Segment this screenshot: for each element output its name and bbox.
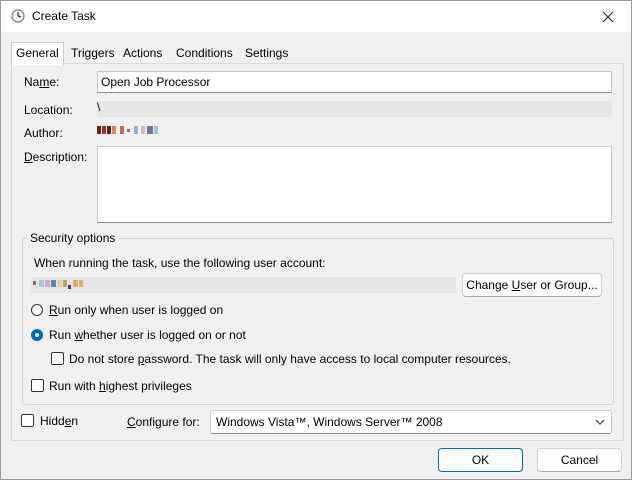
chevron-down-icon [595, 419, 605, 425]
window-title: Create Task [32, 9, 96, 23]
description-input[interactable] [97, 146, 612, 223]
run-with-highest-privileges-label[interactable]: Run with highest privileges [49, 379, 192, 393]
radio-run-whether-logged-on-label[interactable]: Run whether user is logged on or not [49, 328, 246, 342]
location-value: \ [97, 100, 101, 114]
configure-for-value: Windows Vista™, Windows Server™ 2008 [216, 415, 443, 429]
do-not-store-password-label[interactable]: Do not store password. The task will onl… [69, 352, 511, 366]
tab-settings[interactable]: Settings [241, 44, 292, 63]
radio-run-only-when-logged-on[interactable] [31, 304, 43, 316]
security-options-title: Security options [27, 231, 119, 245]
author-value-redacted [97, 126, 167, 136]
ok-button[interactable]: OK [438, 448, 523, 472]
author-label: Author: [24, 126, 63, 140]
checkbox-do-not-store-password[interactable] [51, 352, 64, 365]
change-user-or-group-button[interactable]: Change User or Group... [462, 273, 602, 297]
tab-conditions[interactable]: Conditions [172, 44, 237, 63]
tab-actions[interactable]: Actions [119, 44, 166, 63]
tab-general[interactable]: General [11, 42, 64, 65]
tab-triggers[interactable]: Triggers [67, 44, 119, 63]
close-icon [602, 11, 614, 22]
close-button[interactable] [585, 1, 631, 32]
checkbox-hidden[interactable] [21, 414, 34, 427]
name-input[interactable]: Open Job Processor [97, 71, 612, 93]
radio-run-whether-logged-on[interactable] [31, 329, 43, 341]
hidden-label[interactable]: Hidden [40, 414, 78, 428]
user-account-field [31, 277, 456, 293]
location-label: Location: [24, 103, 73, 117]
description-label: Description: [24, 150, 88, 164]
title-bar: Create Task [1, 1, 631, 32]
cancel-button[interactable]: Cancel [537, 448, 622, 472]
location-field: \ [97, 100, 612, 117]
radio-run-only-when-logged-on-label[interactable]: Run only when user is logged on [49, 303, 223, 317]
configure-for-label: Configure for: [127, 415, 200, 429]
create-task-dialog: Create Task General Triggers Actions Con… [0, 0, 632, 480]
name-input-value: Open Job Processor [101, 75, 211, 89]
configure-for-dropdown[interactable]: Windows Vista™, Windows Server™ 2008 [210, 410, 612, 434]
user-account-prompt: When running the task, use the following… [34, 256, 326, 270]
checkbox-run-with-highest-privileges[interactable] [31, 379, 44, 392]
name-label: Name: [24, 75, 60, 89]
clock-icon [11, 9, 25, 23]
